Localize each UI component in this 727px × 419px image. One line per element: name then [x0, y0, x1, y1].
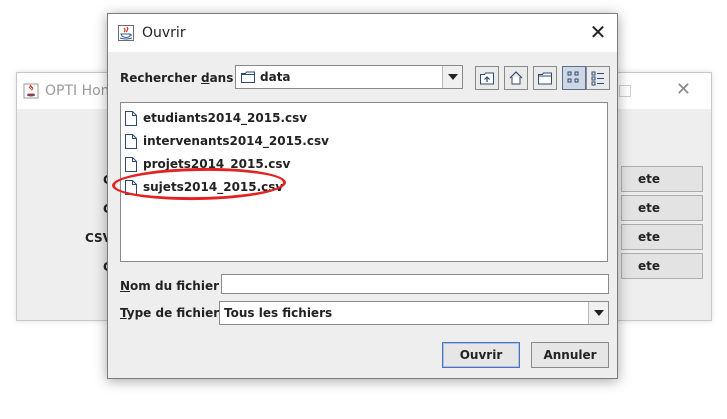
background-button[interactable]: ete: [621, 253, 703, 279]
details-view-button[interactable]: [586, 66, 610, 90]
up-folder-icon: [480, 72, 494, 85]
cancel-button[interactable]: Annuler: [531, 342, 609, 368]
folder-icon: [241, 71, 255, 83]
up-one-level-button[interactable]: [475, 66, 499, 90]
java-icon: [118, 25, 134, 41]
dialog-titlebar: Ouvrir ✕: [108, 14, 617, 52]
file-name: etudiants2014_2015.csv: [143, 111, 308, 125]
file-type-combo[interactable]: Tous les fichiers: [219, 301, 609, 325]
details-view-icon: [591, 71, 604, 86]
file-type-label: Type de fichier :: [120, 306, 228, 320]
file-name-label: Nom du fichier :: [120, 279, 228, 293]
file-name-mnemonic: N: [120, 279, 131, 293]
look-in-mnemonic: d: [200, 71, 210, 85]
dialog-title: Ouvrir: [142, 25, 186, 41]
file-icon: [125, 134, 137, 149]
home-icon: [509, 71, 523, 85]
look-in-value: data: [260, 70, 291, 84]
chevron-down-icon[interactable]: [442, 66, 462, 88]
home-button[interactable]: [504, 66, 528, 90]
file-type-mnemonic: T: [120, 306, 127, 320]
list-view-button[interactable]: [562, 66, 586, 90]
java-icon: [23, 83, 39, 99]
file-type-value: Tous les fichiers: [224, 306, 333, 320]
chevron-down-icon[interactable]: [588, 302, 608, 324]
background-button[interactable]: ete: [621, 195, 703, 221]
file-type-label-rest: ype de fichier :: [126, 306, 229, 320]
file-name-input[interactable]: [221, 274, 609, 294]
file-icon: [125, 157, 137, 172]
background-button[interactable]: ete: [621, 224, 703, 250]
maximize-icon[interactable]: [619, 85, 631, 97]
look-in-label: Rechercher dans :: [120, 71, 242, 85]
background-window-title: OPTI Hom: [45, 83, 115, 99]
background-button[interactable]: ete: [621, 166, 703, 192]
close-icon[interactable]: ✕: [676, 81, 691, 99]
new-folder-icon: [538, 72, 552, 85]
file-name-label-rest: om du fichier :: [130, 279, 228, 293]
new-folder-button[interactable]: [533, 66, 557, 90]
look-in-combo[interactable]: data: [235, 65, 463, 89]
file-name: intervenants2014_2015.csv: [143, 134, 329, 148]
open-button[interactable]: Ouvrir: [442, 342, 520, 368]
file-icon: [125, 111, 137, 126]
look-in-label-prefix: Rechercher: [120, 71, 201, 85]
list-view-icon: [567, 71, 579, 83]
close-icon[interactable]: ✕: [587, 22, 609, 44]
